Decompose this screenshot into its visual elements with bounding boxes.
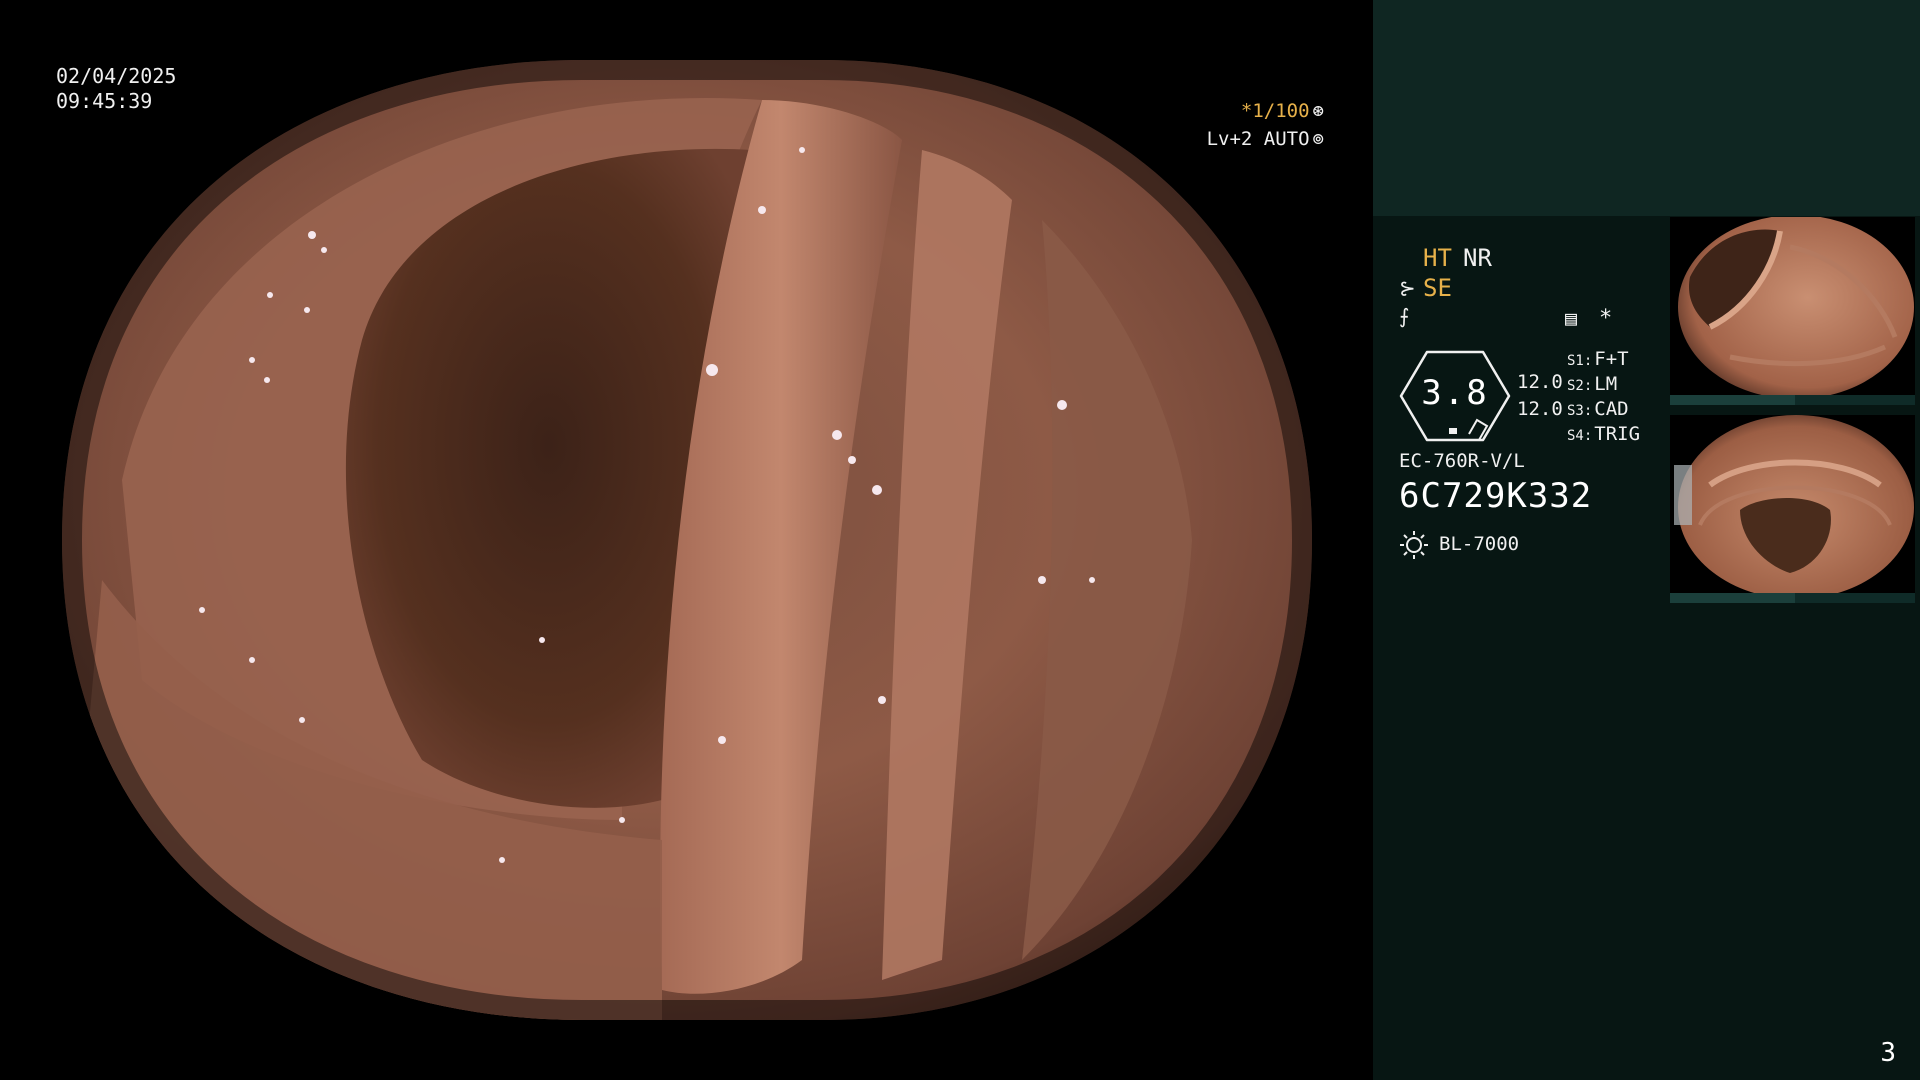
date-time: 02/04/2025 09:45:39 [56, 64, 176, 114]
ht-indicator: HT [1423, 244, 1452, 272]
endoscopic-image [62, 60, 1312, 1020]
shutter-icon: ⊛ [1312, 100, 1324, 122]
capture-thumbnail-1[interactable] [1670, 217, 1915, 405]
switch-s1: S1: F+T [1567, 348, 1629, 370]
se-indicator: SE [1423, 274, 1452, 302]
capture-thumbnail-2[interactable] [1670, 415, 1915, 603]
shutter-text: *1/100 [1240, 100, 1310, 122]
scope-model: EC-760R-V/L [1399, 450, 1525, 472]
level-text: Lv+2 AUTO [1206, 128, 1310, 150]
freeze-icon: ⨍ [1399, 304, 1410, 328]
value-1: 12.0 [1517, 371, 1563, 393]
switch-s3: S3: CAD [1567, 398, 1629, 420]
light-source-icon [1400, 531, 1428, 559]
star-icon: * [1599, 306, 1613, 331]
switch-value: LM [1594, 373, 1618, 395]
thumbnail-bar [1670, 395, 1915, 405]
light-source-model: BL-7000 [1439, 533, 1520, 555]
switch-key: S1: [1567, 353, 1593, 369]
switch-key: S3: [1567, 403, 1593, 419]
thumbnail-bar [1670, 593, 1915, 603]
value-2: 12.0 [1517, 398, 1563, 420]
structure-enhance-icon: ⊱ [1399, 276, 1416, 300]
switch-key: S4: [1567, 428, 1593, 444]
thumbnail-image [1674, 415, 1914, 599]
info-panel: HT NR ⊱ SE ⨍ ▤ * 3.8 12.0 12.0 S1: F+T S2… [1373, 0, 1920, 1080]
endoscope-view: 02/04/2025 09:45:39 *1/100 ⊛ Lv+2 AUTO ⊚ [0, 0, 1372, 1080]
exposure-level: Lv+2 AUTO ⊚ [1207, 128, 1324, 150]
patient-info-block [1373, 0, 1920, 216]
switch-value: CAD [1594, 398, 1629, 420]
switch-value: F+T [1594, 348, 1629, 370]
date-text: 02/04/2025 [56, 64, 177, 88]
page-number: 3 [1880, 1038, 1896, 1068]
nr-indicator: NR [1463, 244, 1492, 272]
switch-s4: S4: TRIG [1567, 423, 1640, 445]
iris-icon: ⊚ [1312, 128, 1324, 150]
switch-s2: S2: LM [1567, 373, 1617, 395]
switch-value: TRIG [1594, 423, 1641, 445]
shutter-speed: *1/100 ⊛ [1241, 100, 1324, 122]
thumbnail-image [1678, 217, 1914, 399]
scope-serial: 6C729K332 [1399, 476, 1593, 516]
switch-key: S2: [1567, 378, 1593, 394]
settings-icon: ▤ [1565, 306, 1578, 330]
zoom-value: 3.8 [1421, 373, 1489, 413]
time-text: 09:45:39 [56, 89, 153, 113]
